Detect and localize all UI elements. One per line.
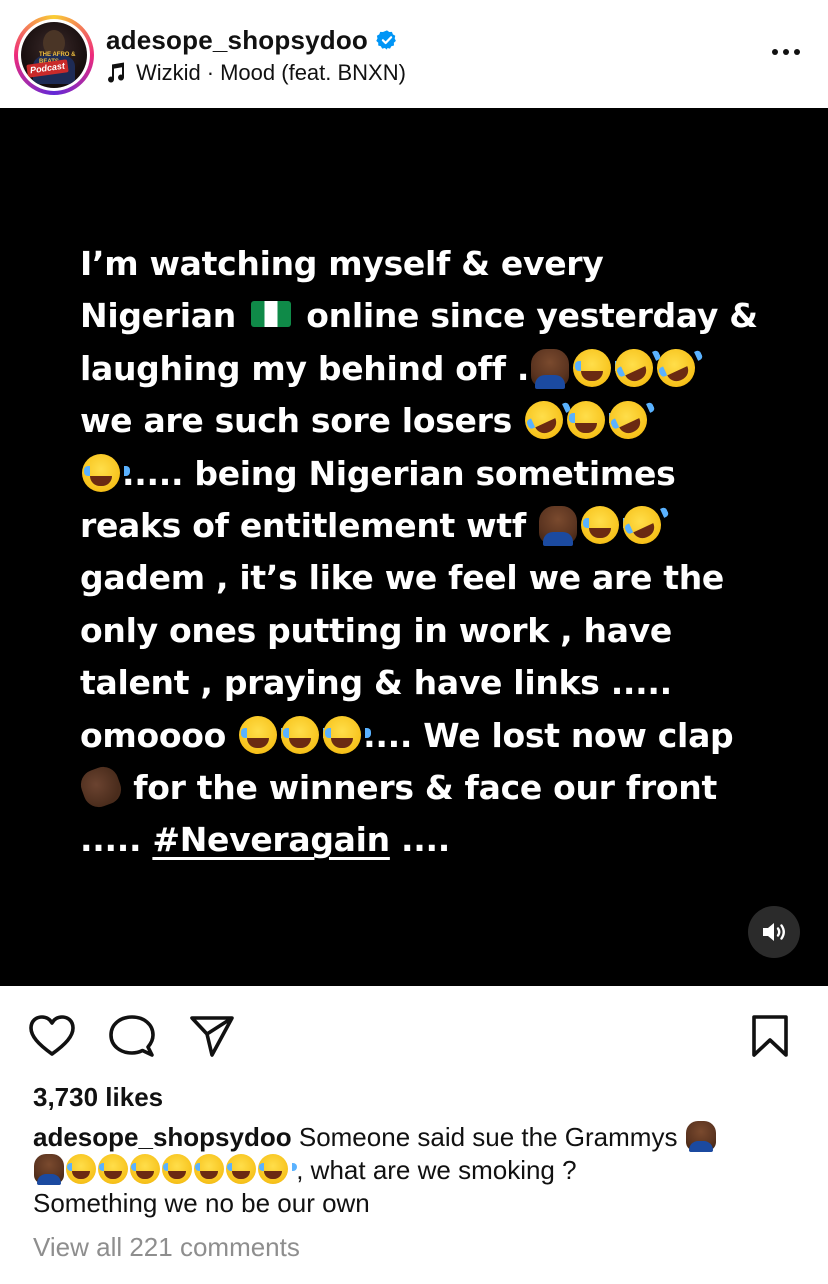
post-image-line: reaks of entitlement wtf xyxy=(80,499,790,552)
dot xyxy=(794,49,800,55)
post-actions xyxy=(0,986,828,1072)
facepalm-emoji-icon xyxy=(531,348,570,389)
clap-emoji-icon xyxy=(76,762,126,812)
music-note-icon xyxy=(108,62,125,83)
post-image-text-run: .... We lost now clap xyxy=(363,715,734,755)
post-header: THE AFRO & BEATS Podcast adesope_shopsyd… xyxy=(0,0,828,108)
avatar-story-ring[interactable]: THE AFRO & BEATS Podcast xyxy=(14,15,94,95)
facepalm-emoji-icon xyxy=(685,1121,716,1152)
joy-emoji-icon xyxy=(194,1154,233,1184)
music-attribution[interactable]: Wizkid · Mood (feat. BNXN) xyxy=(106,58,406,88)
more-options-button[interactable] xyxy=(764,40,808,64)
post-image-line: we are such sore losers xyxy=(80,394,790,447)
facepalm-emoji-icon xyxy=(539,506,578,547)
view-all-comments-link[interactable]: View all 221 comments xyxy=(33,1232,300,1263)
post-image-text-run: talent , praying & have links ..... xyxy=(80,663,672,703)
rofl-emoji-icon xyxy=(518,394,570,446)
post-image-text-run: laughing my behind off . xyxy=(80,348,530,388)
rofl-emoji-icon xyxy=(616,499,668,551)
caption-username[interactable]: adesope_shopsydoo xyxy=(33,1122,292,1152)
joy-emoji-icon xyxy=(573,348,622,387)
heart-icon[interactable] xyxy=(28,1014,76,1058)
joy-emoji-icon xyxy=(281,715,330,754)
likes-count[interactable]: 3,730 likes xyxy=(33,1082,163,1113)
joy-emoji-icon xyxy=(323,715,372,754)
rofl-emoji-icon xyxy=(650,342,702,394)
post-image-text-run: only ones putting in work , have xyxy=(80,610,672,650)
caption-text-part1: Someone said sue the Grammys xyxy=(291,1122,685,1152)
joy-emoji-icon xyxy=(258,1154,297,1184)
send-icon[interactable] xyxy=(188,1014,236,1058)
bookmark-icon[interactable] xyxy=(746,1014,794,1058)
post-image-line: Nigerian online since yesterday & xyxy=(80,290,790,342)
post-image-line: ..... #Neveragain .... xyxy=(80,814,790,866)
speaker-icon xyxy=(763,923,785,941)
hashtag-link[interactable]: #Neveragain xyxy=(152,820,390,859)
avatar[interactable]: THE AFRO & BEATS Podcast xyxy=(21,22,87,88)
post-image-text-run: omoooo xyxy=(80,715,238,755)
joy-emoji-icon xyxy=(239,715,288,754)
post-image-line: laughing my behind off . xyxy=(80,342,790,395)
post-image-text-run: Nigerian xyxy=(80,296,248,336)
nigeria-flag-icon xyxy=(251,301,292,328)
post-image-text-run: we are such sore losers xyxy=(80,401,524,441)
comment-icon[interactable] xyxy=(108,1014,156,1058)
post-image-text-run: .... xyxy=(389,820,450,860)
music-title: Mood (feat. BNXN) xyxy=(220,60,406,85)
verified-badge-icon xyxy=(376,30,396,50)
music-separator: · xyxy=(206,60,215,85)
post-image-line: ..... being Nigerian sometimes xyxy=(80,448,790,500)
joy-emoji-icon xyxy=(66,1154,105,1184)
music-artist: Wizkid xyxy=(136,60,201,85)
post-image-line: gadem , it’s like we feel we are the xyxy=(80,552,790,604)
post-image-text-run: ..... xyxy=(80,820,153,860)
facepalm-emoji-icon xyxy=(34,1154,64,1185)
rofl-emoji-icon xyxy=(608,342,660,394)
post-image-line: omoooo .... We lost now clap xyxy=(80,710,790,762)
joy-emoji-icon xyxy=(130,1154,169,1184)
post-caption: adesope_shopsydoo Someone said sue the G… xyxy=(33,1121,803,1220)
post-image-line: I’m watching myself & every xyxy=(80,238,790,290)
rofl-emoji-icon xyxy=(602,394,654,446)
post-image-text-run: I’m watching myself & every xyxy=(80,244,604,283)
joy-emoji-icon xyxy=(226,1154,265,1184)
caption-text-part3: Something we no be our own xyxy=(33,1188,370,1218)
caption-text-part2: , what are we smoking ? xyxy=(289,1155,577,1185)
post-image-line: for the winners & face our front xyxy=(76,762,790,814)
dot xyxy=(783,49,789,55)
post-image-text-run: for the winners & face our front xyxy=(122,768,717,808)
post-media[interactable]: I’m watching myself & every Nigerian onli… xyxy=(0,108,828,986)
joy-emoji-icon xyxy=(581,506,630,545)
post-image-text-run: gadem , it’s like we feel we are the xyxy=(80,558,724,598)
joy-emoji-icon xyxy=(82,453,130,492)
joy-emoji-icon xyxy=(98,1154,137,1184)
post-username[interactable]: adesope_shopsydoo xyxy=(106,25,368,56)
dot xyxy=(772,49,778,55)
sound-toggle-button[interactable] xyxy=(748,906,800,958)
post-image-line: only ones putting in work , have xyxy=(80,605,790,657)
post-image-text-run: ..... being Nigerian sometimes xyxy=(122,453,676,493)
username-row: adesope_shopsydoo xyxy=(106,22,398,58)
post-image-text-run: online since yesterday & xyxy=(295,296,758,336)
post-image-line: talent , praying & have links ..... xyxy=(80,657,790,709)
post-image-text-run: reaks of entitlement wtf xyxy=(80,506,538,546)
joy-emoji-icon xyxy=(567,401,616,440)
joy-emoji-icon xyxy=(162,1154,201,1184)
post-image-text: I’m watching myself & every Nigerian onli… xyxy=(76,238,790,867)
